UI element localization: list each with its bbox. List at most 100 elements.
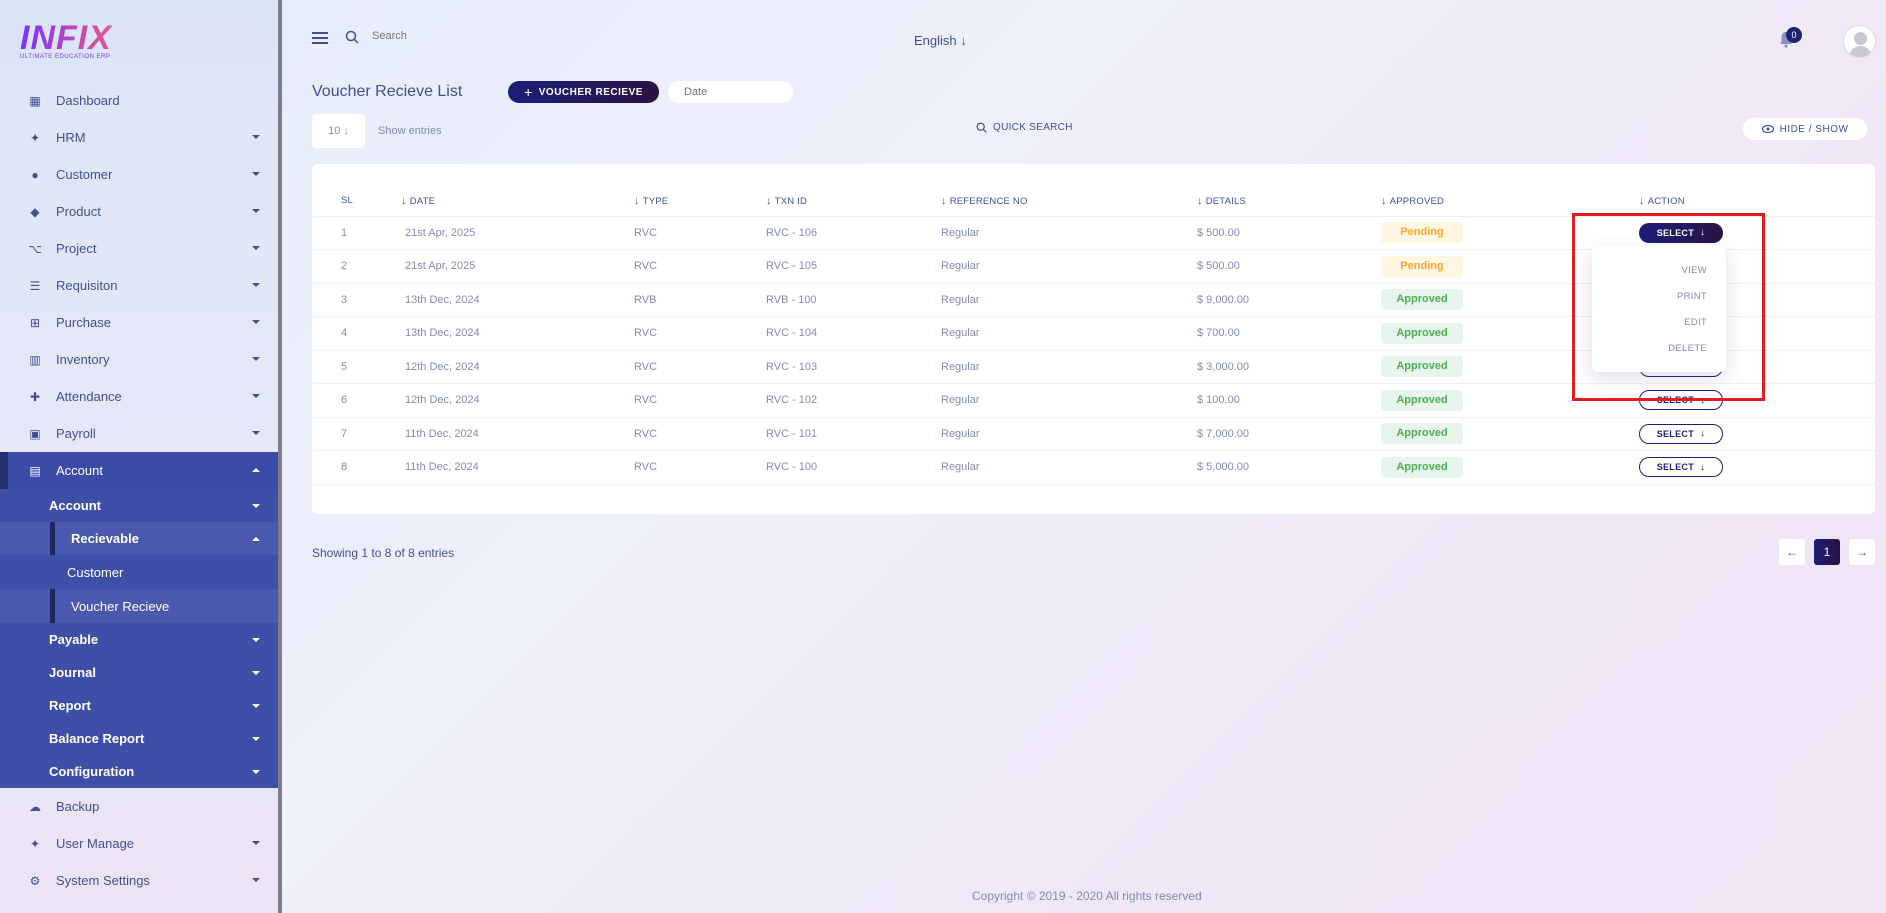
cell-txn-id: RVC - 106 [766, 226, 818, 239]
language-label: English [914, 33, 957, 48]
sidebar-item-attendance[interactable]: ✚ Attendance [0, 378, 278, 415]
arrow-down-icon: ↓ [343, 125, 349, 137]
submenu-journal[interactable]: Journal [0, 656, 278, 689]
language-select[interactable]: English ↓ [914, 33, 967, 48]
cell-type: RVC [634, 260, 658, 273]
sidebar-item-product[interactable]: ◆ Product [0, 193, 278, 230]
sidebar-item-hrm[interactable]: ✦ HRM [0, 119, 278, 156]
hide-show-columns-button[interactable]: HIDE / SHOW [1743, 118, 1867, 140]
status-badge: Approved [1381, 456, 1463, 478]
cell-txn-id: RVB - 100 [766, 293, 817, 306]
arrow-down-icon: ↓ [960, 33, 967, 48]
sidebar-item-label: Account [56, 463, 103, 478]
sidebar-item-payroll[interactable]: ▣ Payroll [0, 415, 278, 452]
column-header-type[interactable]: ↓ TYPE [634, 186, 766, 217]
cell-details: $ 3,000.00 [1197, 360, 1249, 373]
add-voucher-recieve-button[interactable]: + VOUCHER RECIEVE [508, 81, 659, 103]
submenu-label: Journal [49, 665, 96, 680]
caret-down-icon [252, 135, 260, 139]
cell-sl: 7 [341, 427, 348, 440]
caret-down-icon [252, 283, 260, 287]
status-badge: Pending [1381, 222, 1463, 244]
logo[interactable]: INFIX ULTIMATE EDUCATION ERP [20, 20, 120, 64]
header-label: REFERENCE NO [949, 195, 1028, 207]
cell-date: 13th Dec, 2024 [405, 327, 480, 340]
column-header-details[interactable]: ↓ DETAILS [1197, 186, 1381, 217]
caret-down-icon [252, 504, 260, 508]
submenu-configuration[interactable]: Configuration [0, 755, 278, 788]
column-header-reference-no[interactable]: ↓ REFERENCE NO [941, 186, 1197, 217]
select-action-button[interactable]: SELECT ↓ [1639, 457, 1723, 478]
table-row: 7 11th Dec, 2024 RVC RVC - 101 Regular $ 7,00… [312, 417, 1875, 451]
sidebar-item-account[interactable]: ▤ Account [0, 452, 278, 489]
sidebar-item-user-manage[interactable]: ✦ User Manage [0, 825, 278, 862]
sidebar-item-system-settings[interactable]: ⚙ System Settings [0, 862, 278, 899]
cell-sl: 8 [341, 461, 348, 474]
submenu-payable[interactable]: Payable [0, 623, 278, 656]
sidebar-item-customer[interactable]: ● Customer [0, 156, 278, 193]
submenu-balance-report[interactable]: Balance Report [0, 722, 278, 755]
sidebar-item-requisiton[interactable]: ☰ Requisiton [0, 267, 278, 304]
prev-page-button[interactable]: ← [1779, 539, 1805, 565]
quick-search-input[interactable]: QUICK SEARCH [976, 122, 1073, 133]
date-filter-input[interactable] [668, 81, 793, 103]
header-label: APPROVED [1389, 195, 1445, 207]
cell-sl: 6 [341, 394, 348, 407]
column-header-approved[interactable]: ↓ APPROVED [1381, 186, 1639, 217]
sidebar-item-purchase[interactable]: ⊞ Purchase [0, 304, 278, 341]
select-action-button[interactable]: SELECT ↓ [1639, 423, 1723, 444]
cell-date: 21st Apr, 2025 [405, 226, 476, 239]
column-header-txn-id[interactable]: ↓ TXN ID [766, 186, 941, 217]
submenu-label: Balance Report [49, 731, 145, 746]
menu-toggle-icon[interactable] [312, 32, 328, 44]
cell-date: 12th Dec, 2024 [405, 360, 480, 373]
header-label: TXN ID [774, 195, 808, 207]
next-page-button[interactable]: → [1849, 539, 1875, 565]
caret-down-icon [252, 394, 260, 398]
caret-up-icon [252, 537, 260, 541]
account-submenu: Account Recievable Customer Voucher Reci… [0, 489, 278, 788]
column-header-date[interactable]: ↓ DATE [401, 186, 634, 217]
sidebar-item-label: Backup [56, 799, 100, 814]
footer-copyright: Copyright © 2019 - 2020 All rights reser… [972, 889, 1202, 903]
sidebar-item-backup[interactable]: ☁ Backup [0, 788, 278, 825]
submenu-customer[interactable]: Customer [0, 555, 278, 589]
column-header-action[interactable]: ↓ ACTION [1639, 186, 1875, 217]
column-header-sl[interactable]: SL [341, 186, 401, 217]
sidebar-item-label: System Settings [56, 873, 150, 888]
cell-sl: 4 [341, 327, 348, 340]
avatar[interactable] [1843, 25, 1876, 58]
submenu-account[interactable]: Account [0, 489, 278, 522]
search-input[interactable] [372, 30, 572, 42]
sort-arrow-icon: ↓ [634, 194, 640, 207]
cell-type: RVC [634, 394, 658, 407]
sidebar-item-dashboard[interactable]: ▦ Dashboard [0, 82, 278, 119]
submenu-label: Account [49, 498, 101, 513]
sidebar-nav: ▦ Dashboard ✦ HRM ● Customer ◆ Product ⌥… [0, 82, 278, 899]
sidebar-item-label: Inventory [56, 352, 110, 367]
sidebar-item-project[interactable]: ⌥ Project [0, 230, 278, 267]
pagination-summary: Showing 1 to 8 of 8 entries [312, 546, 455, 560]
cell-txn-id: RVC - 105 [766, 260, 818, 273]
arrow-down-icon: ↓ [1700, 428, 1706, 440]
entries-per-page-select[interactable]: 10 ↓ [312, 114, 365, 148]
submenu-voucher-recieve[interactable]: Voucher Recieve [0, 589, 278, 623]
logo-tagline: ULTIMATE EDUCATION ERP [20, 54, 111, 60]
status-badge: Approved [1381, 289, 1463, 311]
cell-sl: 2 [341, 260, 348, 273]
cell-type: RVC [634, 427, 658, 440]
users-icon: ✦ [29, 836, 41, 851]
submenu-report[interactable]: Report [0, 689, 278, 722]
cell-sl: 1 [341, 226, 348, 239]
arrow-right-icon: → [1856, 545, 1868, 559]
status-badge: Approved [1381, 322, 1463, 344]
sidebar-item-label: Project [56, 241, 97, 256]
cell-txn-id: RVC - 102 [766, 394, 818, 407]
sidebar-item-inventory[interactable]: ▥ Inventory [0, 341, 278, 378]
button-label: SELECT [1656, 462, 1694, 473]
submenu-recievable[interactable]: Recievable [0, 522, 278, 555]
sort-arrow-icon: ↓ [1639, 194, 1645, 207]
cell-details: $ 5,000.00 [1197, 461, 1249, 474]
page-button-current[interactable]: 1 [1814, 539, 1840, 565]
sort-arrow-icon: ↓ [1197, 194, 1203, 207]
